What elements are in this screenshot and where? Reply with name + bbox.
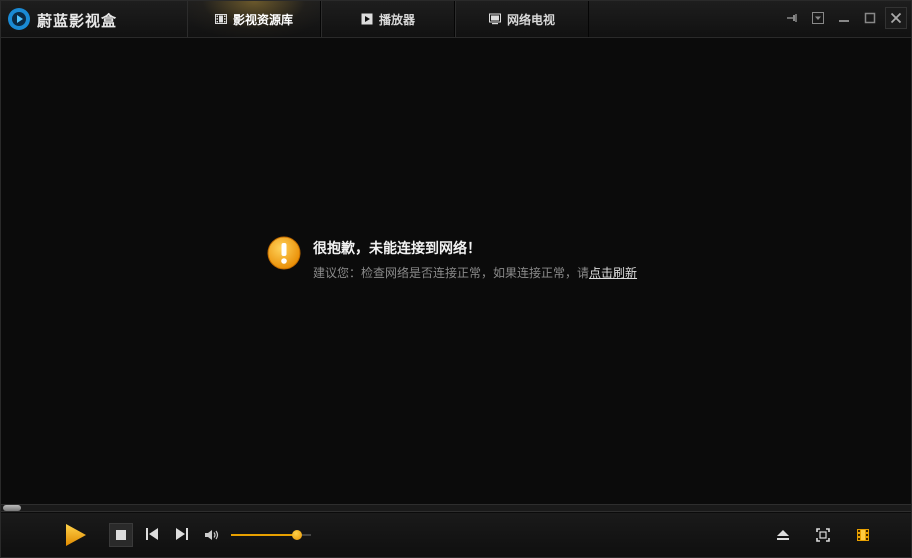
volume-fill [231, 534, 297, 536]
error-hint-text: 建议您：检查网络是否连接正常，如果连接正常，请 [313, 266, 590, 280]
playback-progress-bar[interactable] [1, 504, 911, 512]
app-window: 蔚蓝影视盒 影视资源库 播放器 网络电视 很抱歉，未能连接到网络！ 建议您：检查… [0, 0, 912, 558]
main-tabs: 影视资源库 播放器 网络电视 [187, 1, 589, 37]
skip-next-icon [176, 528, 188, 540]
menu-dropdown-button[interactable] [807, 7, 829, 29]
tab-network-tv[interactable]: 网络电视 [455, 1, 589, 37]
minimize-button[interactable] [833, 7, 855, 29]
tab-label: 播放器 [378, 12, 415, 27]
volume-slider[interactable] [231, 527, 311, 543]
next-button[interactable] [173, 525, 191, 543]
menu-dropdown-icon [812, 12, 824, 24]
fullscreen-button[interactable] [813, 525, 833, 545]
close-button[interactable] [885, 7, 907, 29]
maximize-button[interactable] [859, 7, 881, 29]
stop-button[interactable] [109, 523, 133, 547]
play-icon [66, 524, 86, 546]
tab-resource-library[interactable]: 影视资源库 [187, 1, 321, 37]
title-bar: 蔚蓝影视盒 影视资源库 播放器 网络电视 [1, 1, 911, 38]
volume-knob[interactable] [292, 530, 302, 540]
playlist-button[interactable] [853, 525, 873, 545]
minimize-icon [839, 20, 849, 22]
warning-icon [267, 236, 301, 270]
pin-button[interactable] [781, 7, 803, 29]
play-square-icon [361, 13, 373, 25]
player-control-bar [1, 513, 911, 557]
refresh-link[interactable]: 点击刷新 [589, 266, 637, 280]
tab-label: 网络电视 [506, 12, 555, 27]
play-button[interactable] [61, 521, 89, 549]
progress-thumb[interactable] [3, 505, 21, 511]
film-icon [214, 14, 227, 24]
maximize-icon [864, 12, 876, 24]
mute-button[interactable] [204, 527, 220, 543]
tab-player[interactable]: 播放器 [321, 1, 455, 37]
error-title: 很抱歉，未能连接到网络！ [313, 241, 481, 257]
close-icon [890, 12, 902, 24]
pin-icon [787, 14, 797, 22]
tv-icon [488, 13, 501, 25]
app-title: 蔚蓝影视盒 [37, 12, 118, 30]
stop-icon [116, 530, 126, 540]
skip-previous-icon [146, 528, 158, 540]
open-file-button[interactable] [773, 525, 793, 545]
content-area: 很抱歉，未能连接到网络！ 建议您：检查网络是否连接正常，如果连接正常，请点击刷新 [1, 38, 911, 502]
app-logo-icon [8, 8, 30, 30]
previous-button[interactable] [143, 525, 161, 543]
error-hint: 建议您：检查网络是否连接正常，如果连接正常，请点击刷新 [313, 264, 637, 281]
film-strip-icon [857, 529, 869, 541]
volume-icon [205, 530, 219, 540]
fullscreen-icon [816, 528, 830, 542]
window-controls [781, 7, 907, 29]
eject-icon [777, 530, 789, 540]
tab-label: 影视资源库 [232, 12, 293, 27]
